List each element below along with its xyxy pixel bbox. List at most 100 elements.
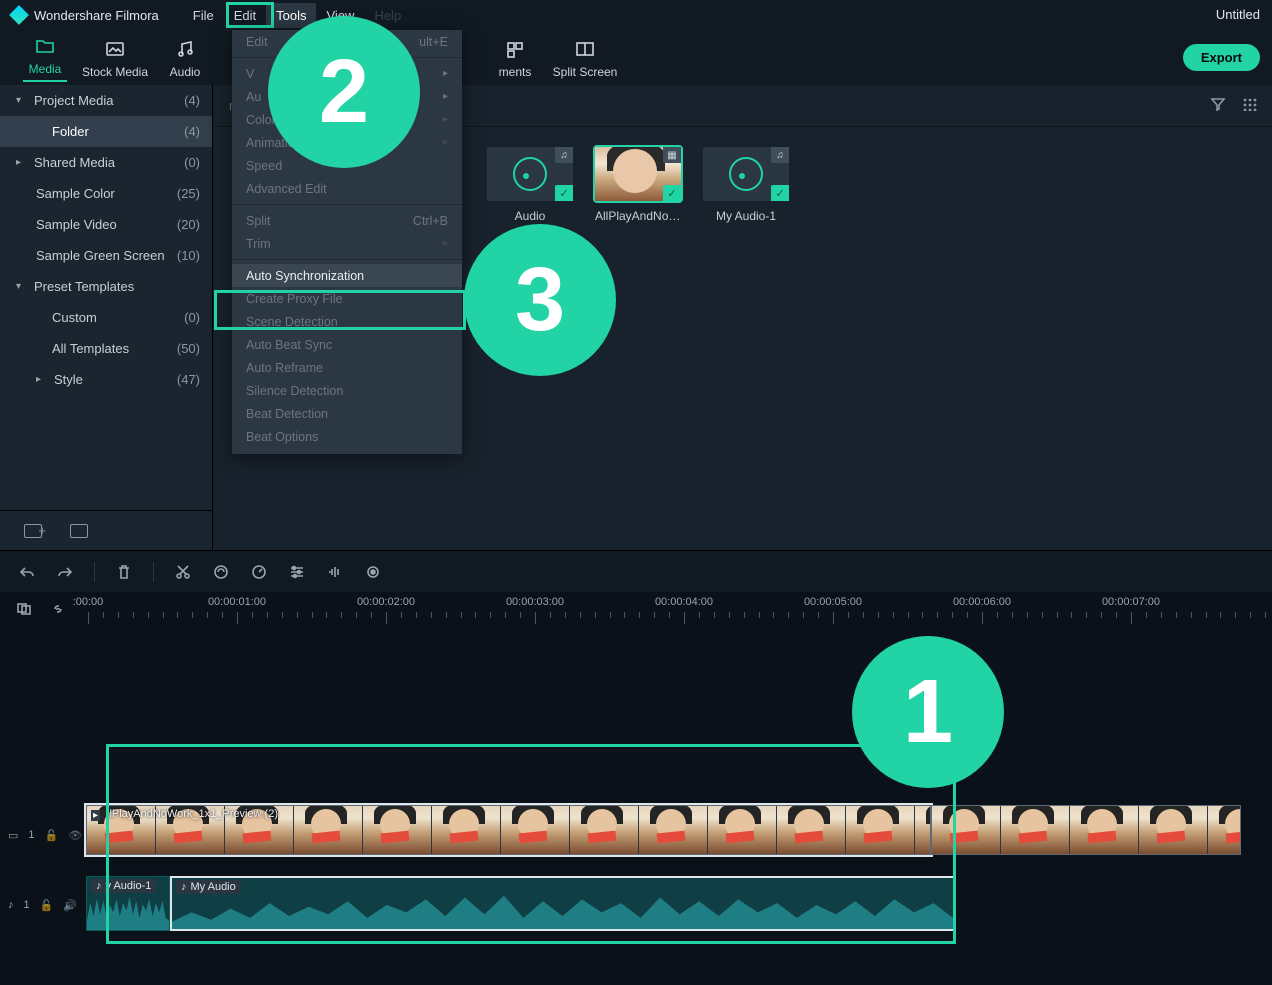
cut-icon[interactable] [174,563,192,581]
speaker-icon[interactable]: 🔊 [63,899,77,912]
sidebar-footer: + [0,510,212,550]
audio-clip-1[interactable]: ♪y Audio-1 [86,876,170,931]
tab-elements-label: ments [480,65,550,79]
ruler-label: 00:00:07:00 [1102,596,1160,608]
sidebar-label: Sample Video [36,217,117,232]
sidebar-item-folder[interactable]: Folder (4) [0,116,212,147]
menu-edit[interactable]: Edit [224,3,266,28]
tab-audio-label: Audio [150,65,220,79]
sidebar-count: (0) [184,310,200,325]
thumb-label: Audio [487,209,573,223]
document-title: Untitled [1216,7,1260,22]
sidebar-item-all-templates[interactable]: All Templates (50) [0,333,212,364]
elements-icon [505,40,525,58]
film-icon: ▦ [663,147,681,163]
undo-icon[interactable] [18,563,36,581]
folder-icon [35,38,55,54]
filter-icon[interactable] [1210,97,1226,114]
sidebar-label: Style [54,372,83,387]
sidebar-count: (20) [177,217,200,232]
sidebar-label: All Templates [52,341,129,356]
dd-silence-detect[interactable]: Silence Detection [232,379,462,402]
dd-advanced-edit[interactable]: Advanced Edit [232,177,462,200]
chevron-right-icon: ▸ [16,157,28,168]
dd-beat-options[interactable]: Beat Options [232,425,462,448]
sidebar-item-project-media[interactable]: ▾ Project Media (4) [0,85,212,116]
tab-media[interactable]: Media [10,34,80,82]
track-audio-1: ♪ 1 🔓 🔊 ♪y Audio-1 ♪My Audio [0,876,1272,934]
dd-create-proxy[interactable]: Create Proxy File [232,287,462,310]
adjust-icon[interactable] [288,563,306,581]
lock-icon[interactable]: 🔓 [45,829,59,842]
sidebar-count: (4) [184,124,200,139]
media-thumb-video[interactable]: ▦ ✓ AllPlayAndNoW… [595,147,681,223]
media-thumb-audio-1[interactable]: ♫ ✓ My Audio-1 [703,147,789,223]
folder-icon[interactable] [70,524,88,538]
thumb-label: AllPlayAndNoW… [595,209,681,223]
check-icon: ✓ [555,185,573,201]
clip-title: llPlayAndNoWork_1x1_Preview (2) [107,808,278,820]
music-note-icon: ♪ [181,881,187,893]
play-icon: ▸ [91,810,100,821]
ruler-label: :00:00 [73,596,104,608]
sidebar: ▾ Project Media (4) Folder (4) ▸ Shared … [0,85,213,550]
ruler-label: 00:00:06:00 [953,596,1011,608]
dd-auto-sync[interactable]: Auto Synchronization [232,264,462,287]
sidebar-item-shared-media[interactable]: ▸ Shared Media (0) [0,147,212,178]
menu-file[interactable]: File [183,3,224,28]
timeline-toolbar [0,550,1272,592]
sidebar-count: (50) [177,341,200,356]
audio-icon[interactable] [326,563,344,581]
chevron-right-icon: ▸ [36,374,48,385]
sidebar-item-style[interactable]: ▸ Style (47) [0,364,212,395]
video-clip[interactable]: ▸ llPlayAndNoWork_1x1_Preview (2) [86,805,931,855]
delete-icon[interactable] [115,563,133,581]
record-icon[interactable] [364,563,382,581]
video-track-icon: ▭ [8,829,18,842]
export-button[interactable]: Export [1183,44,1260,71]
sidebar-label: Sample Green Screen [36,248,165,263]
sidebar-item-custom[interactable]: Custom (0) [0,302,212,333]
dd-beat-detect[interactable]: Beat Detection [232,402,462,425]
sidebar-item-preset-templates[interactable]: ▾ Preset Templates [0,271,212,302]
link-icon[interactable] [50,602,66,619]
sidebar-item-sample-color[interactable]: Sample Color (25) [0,178,212,209]
music-icon [175,40,195,58]
layers-icon[interactable] [16,602,32,619]
grid-view-icon[interactable] [1242,97,1258,114]
sidebar-label: Folder [52,124,89,139]
eye-icon[interactable]: 👁 [68,829,82,842]
tab-stock-media[interactable]: Stock Media [80,37,150,79]
sidebar-count: (4) [184,93,200,108]
primary-tabs: Media Stock Media Audio ments Split Scre… [0,30,1272,85]
sidebar-item-sample-green[interactable]: Sample Green Screen (10) [0,240,212,271]
tab-elements[interactable]: ments [480,37,550,79]
redo-icon[interactable] [56,563,74,581]
sidebar-item-sample-video[interactable]: Sample Video (20) [0,209,212,240]
dd-auto-beat[interactable]: Auto Beat Sync [232,333,462,356]
video-clip-rest[interactable] [931,805,1241,855]
crop-icon[interactable] [212,563,230,581]
step-badge-3: 3 [464,224,616,376]
tab-split-label: Split Screen [550,65,620,79]
dd-split[interactable]: SplitCtrl+B [232,209,462,232]
dd-scene-detection[interactable]: Scene Detection [232,310,462,333]
dd-auto-reframe[interactable]: Auto Reframe [232,356,462,379]
lock-icon[interactable]: 🔓 [40,899,54,912]
app-name: Wondershare Filmora [34,8,159,23]
tab-audio[interactable]: Audio [150,37,220,79]
music-note-icon: ♪ [8,899,14,911]
dd-trim[interactable]: Trim▸ [232,232,462,255]
step-badge-1: 1 [852,636,1004,788]
speed-icon[interactable] [250,563,268,581]
track-video-1: ▭ 1 🔓 👁 ▸ llPlayAndNoWork_1x1_Preview (2… [0,805,1272,865]
timeline-ruler[interactable]: :00:0000:00:01:0000:00:02:0000:00:03:000… [0,592,1272,630]
audio-clip-2[interactable]: ♪My Audio [170,876,955,931]
timeline[interactable]: ▭ 1 🔓 👁 ▸ llPlayAndNoWork_1x1_Preview (2… [0,630,1272,985]
sidebar-label: Preset Templates [34,279,134,294]
sidebar-label: Shared Media [34,155,115,170]
ruler-label: 00:00:01:00 [208,596,266,608]
new-folder-icon[interactable]: + [24,524,42,538]
media-thumb-audio[interactable]: ♫ ✓ Audio [487,147,573,223]
tab-split-screen[interactable]: Split Screen [550,37,620,79]
